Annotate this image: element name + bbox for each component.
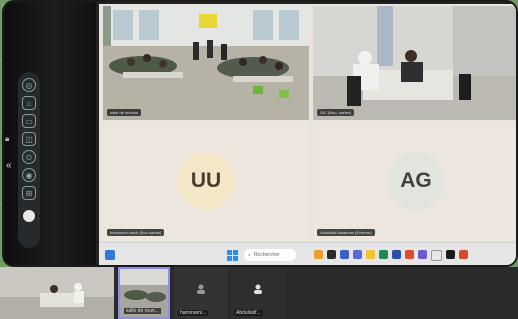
windows-taskbar: ⌕ Rechercher — [99, 242, 516, 265]
windows-start-icon[interactable] — [227, 249, 238, 261]
app-icon[interactable] — [327, 249, 336, 259]
search-placeholder: Rechercher — [253, 252, 280, 258]
calls-icon[interactable]: ◉ — [22, 168, 36, 182]
home-icon[interactable]: ⌂ — [22, 96, 36, 110]
video-tile-office[interactable]: DIC (Bou- sarfan) — [313, 6, 516, 120]
calendar-icon[interactable]: ⊙ — [22, 150, 36, 164]
widgets-icon[interactable] — [105, 250, 115, 260]
taskbar-search[interactable]: ⌕ Rechercher — [244, 249, 296, 261]
participant-label: DIC (Bou- sarfan) — [317, 109, 355, 116]
thumbnail-label: hammami... — [178, 310, 209, 316]
app-icon[interactable] — [314, 249, 323, 259]
thumbnail-video — [0, 267, 114, 319]
meeting-screen: salle de reunion DIC (Bou- sarfan) UU ha… — [99, 4, 516, 265]
thumbnail-meeting-room[interactable]: salle de reun... — [118, 267, 170, 319]
avatar: UU — [177, 152, 235, 210]
app-icon[interactable] — [431, 249, 442, 261]
participant-label: salle de reunion — [107, 109, 142, 116]
app-icon[interactable] — [405, 249, 414, 259]
person-icon — [197, 284, 205, 294]
video-tile-ag[interactable]: AG Abdullatif Alsabhan (Externe) — [313, 124, 516, 240]
person-icon — [254, 284, 262, 294]
app-icon[interactable] — [340, 249, 349, 259]
video-tile-meeting-room[interactable]: salle de reunion — [103, 6, 309, 120]
collapse-arrow-icon[interactable]: « — [6, 160, 12, 171]
thumbnail-abdullatif[interactable]: Abdullatif... — [230, 267, 286, 319]
search-icon: ⌕ — [248, 252, 251, 258]
app-icon[interactable] — [379, 249, 388, 259]
status-dot-icon — [23, 210, 35, 222]
app-icon[interactable] — [366, 249, 375, 259]
left-sidebar: 🔒︎ « ◎ ⌂ ▭ ◫ ⊙ ◉ ⊞ — [4, 2, 96, 265]
thumbnail-label: salle de reun... — [124, 308, 161, 314]
avatar: AG — [387, 152, 445, 210]
chat-icon[interactable]: ▭ — [22, 114, 36, 128]
apps-icon[interactable]: ⊞ — [22, 186, 36, 200]
app-icon[interactable] — [353, 249, 362, 259]
left-rail: ◎ ⌂ ▭ ◫ ⊙ ◉ ⊞ — [18, 72, 40, 248]
thumbnail-office[interactable] — [0, 267, 114, 319]
monitor: 🔒︎ « ◎ ⌂ ▭ ◫ ⊙ ◉ ⊞ salle de reunion DIC … — [4, 2, 516, 265]
activity-icon[interactable]: ◎ — [22, 78, 36, 92]
teams-icon[interactable]: ◫ — [22, 132, 36, 146]
video-tile-uu[interactable]: UU hammami ulrich (Bou sarfan) — [103, 124, 309, 240]
office-video — [313, 6, 516, 120]
taskbar-apps — [314, 249, 468, 261]
thumbnail-hammami[interactable]: hammami... — [174, 267, 228, 319]
thumbnail-label: Abdullatif... — [234, 310, 263, 316]
lock-icon: 🔒︎ — [5, 134, 10, 143]
app-icon[interactable] — [392, 249, 401, 259]
app-icon[interactable] — [459, 249, 468, 259]
meeting-room-video — [103, 6, 309, 120]
app-icon[interactable] — [446, 249, 455, 259]
participant-label: Abdullatif Alsabhan (Externe) — [317, 229, 375, 236]
participant-strip: salle de reun... hammami... Abdullatif..… — [0, 267, 518, 319]
participant-label: hammami ulrich (Bou sarfan) — [107, 229, 165, 236]
app-icon[interactable] — [418, 249, 427, 259]
